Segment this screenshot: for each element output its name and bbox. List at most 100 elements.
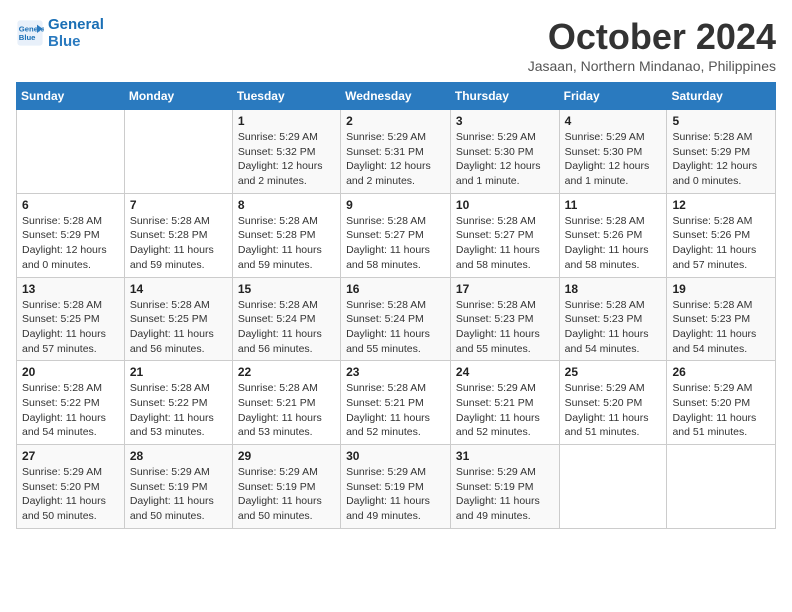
day-detail: Sunrise: 5:28 AM Sunset: 5:22 PM Dayligh… [130,381,227,440]
calendar-cell: 21 Sunrise: 5:28 AM Sunset: 5:22 PM Dayli… [124,361,232,445]
day-number: 28 [130,449,227,463]
calendar-cell: 25 Sunrise: 5:29 AM Sunset: 5:20 PM Dayli… [559,361,667,445]
day-detail: Sunrise: 5:29 AM Sunset: 5:30 PM Dayligh… [456,130,554,189]
day-number: 7 [130,198,227,212]
day-detail: Sunrise: 5:28 AM Sunset: 5:24 PM Dayligh… [346,298,445,357]
day-detail: Sunrise: 5:28 AM Sunset: 5:21 PM Dayligh… [238,381,335,440]
calendar-cell: 13 Sunrise: 5:28 AM Sunset: 5:25 PM Dayli… [17,277,125,361]
calendar-week-1: 1 Sunrise: 5:29 AM Sunset: 5:32 PM Daylig… [17,110,776,194]
day-number: 11 [565,198,662,212]
day-detail: Sunrise: 5:28 AM Sunset: 5:29 PM Dayligh… [22,214,119,273]
calendar-cell: 16Sunrise: 5:28 AM Sunset: 5:24 PM Dayli… [341,277,451,361]
day-number: 13 [22,282,119,296]
day-detail: Sunrise: 5:29 AM Sunset: 5:30 PM Dayligh… [565,130,662,189]
calendar-week-3: 13 Sunrise: 5:28 AM Sunset: 5:25 PM Dayli… [17,277,776,361]
calendar-cell [17,110,125,194]
calendar-week-2: 6 Sunrise: 5:28 AM Sunset: 5:29 PM Daylig… [17,193,776,277]
calendar-cell: 1 Sunrise: 5:29 AM Sunset: 5:32 PM Daylig… [232,110,340,194]
header-friday: Friday [559,83,667,110]
location-subtitle: Jasaan, Northern Mindanao, Philippines [528,58,776,74]
day-detail: Sunrise: 5:29 AM Sunset: 5:19 PM Dayligh… [346,465,445,524]
calendar-cell: 3 Sunrise: 5:29 AM Sunset: 5:30 PM Daylig… [450,110,559,194]
day-detail: Sunrise: 5:29 AM Sunset: 5:31 PM Dayligh… [346,130,445,189]
calendar-cell [667,445,776,529]
day-detail: Sunrise: 5:28 AM Sunset: 5:23 PM Dayligh… [672,298,770,357]
day-number: 29 [238,449,335,463]
calendar-cell: 29Sunrise: 5:29 AM Sunset: 5:19 PM Dayli… [232,445,340,529]
day-detail: Sunrise: 5:29 AM Sunset: 5:20 PM Dayligh… [672,381,770,440]
day-detail: Sunrise: 5:28 AM Sunset: 5:25 PM Dayligh… [22,298,119,357]
day-detail: Sunrise: 5:28 AM Sunset: 5:27 PM Dayligh… [346,214,445,273]
month-title: October 2024 [528,16,776,58]
day-detail: Sunrise: 5:28 AM Sunset: 5:25 PM Dayligh… [130,298,227,357]
logo-text: GeneralBlue [48,16,104,50]
calendar-cell: 7 Sunrise: 5:28 AM Sunset: 5:28 PM Daylig… [124,193,232,277]
day-detail: Sunrise: 5:28 AM Sunset: 5:28 PM Dayligh… [238,214,335,273]
calendar-cell: 30Sunrise: 5:29 AM Sunset: 5:19 PM Dayli… [341,445,451,529]
day-number: 26 [672,365,770,379]
day-detail: Sunrise: 5:28 AM Sunset: 5:27 PM Dayligh… [456,214,554,273]
day-number: 1 [238,114,335,128]
day-number: 5 [672,114,770,128]
day-number: 6 [22,198,119,212]
calendar-cell [559,445,667,529]
calendar-cell: 5 Sunrise: 5:28 AM Sunset: 5:29 PM Daylig… [667,110,776,194]
calendar-header-row: SundayMondayTuesdayWednesdayThursdayFrid… [17,83,776,110]
day-detail: Sunrise: 5:28 AM Sunset: 5:26 PM Dayligh… [672,214,770,273]
day-detail: Sunrise: 5:28 AM Sunset: 5:23 PM Dayligh… [565,298,662,357]
day-number: 19 [672,282,770,296]
day-number: 24 [456,365,554,379]
day-number: 25 [565,365,662,379]
day-detail: Sunrise: 5:28 AM Sunset: 5:21 PM Dayligh… [346,381,445,440]
calendar-cell: 11Sunrise: 5:28 AM Sunset: 5:26 PM Dayli… [559,193,667,277]
calendar-week-4: 20Sunrise: 5:28 AM Sunset: 5:22 PM Dayli… [17,361,776,445]
header-thursday: Thursday [450,83,559,110]
title-block: October 2024 Jasaan, Northern Mindanao, … [528,16,776,74]
day-number: 22 [238,365,335,379]
calendar-cell: 2 Sunrise: 5:29 AM Sunset: 5:31 PM Daylig… [341,110,451,194]
day-detail: Sunrise: 5:29 AM Sunset: 5:19 PM Dayligh… [456,465,554,524]
day-detail: Sunrise: 5:28 AM Sunset: 5:22 PM Dayligh… [22,381,119,440]
calendar-cell: 28Sunrise: 5:29 AM Sunset: 5:19 PM Dayli… [124,445,232,529]
day-number: 8 [238,198,335,212]
day-number: 27 [22,449,119,463]
logo: General Blue GeneralBlue [16,16,104,50]
page-header: General Blue GeneralBlue October 2024 Ja… [16,16,776,74]
day-number: 9 [346,198,445,212]
day-detail: Sunrise: 5:29 AM Sunset: 5:20 PM Dayligh… [22,465,119,524]
calendar-cell: 10Sunrise: 5:28 AM Sunset: 5:27 PM Dayli… [450,193,559,277]
day-number: 18 [565,282,662,296]
logo-icon: General Blue [16,19,44,47]
day-detail: Sunrise: 5:28 AM Sunset: 5:24 PM Dayligh… [238,298,335,357]
day-number: 17 [456,282,554,296]
calendar-cell: 24 Sunrise: 5:29 AM Sunset: 5:21 PM Dayli… [450,361,559,445]
day-number: 2 [346,114,445,128]
calendar-cell: 19 Sunrise: 5:28 AM Sunset: 5:23 PM Dayli… [667,277,776,361]
calendar-cell: 23 Sunrise: 5:28 AM Sunset: 5:21 PM Dayli… [341,361,451,445]
day-number: 4 [565,114,662,128]
calendar-cell: 4 Sunrise: 5:29 AM Sunset: 5:30 PM Daylig… [559,110,667,194]
calendar-cell: 14Sunrise: 5:28 AM Sunset: 5:25 PM Dayli… [124,277,232,361]
day-detail: Sunrise: 5:28 AM Sunset: 5:29 PM Dayligh… [672,130,770,189]
day-detail: Sunrise: 5:29 AM Sunset: 5:21 PM Dayligh… [456,381,554,440]
calendar-table: SundayMondayTuesdayWednesdayThursdayFrid… [16,82,776,529]
calendar-cell [124,110,232,194]
day-number: 12 [672,198,770,212]
day-detail: Sunrise: 5:28 AM Sunset: 5:28 PM Dayligh… [130,214,227,273]
svg-text:Blue: Blue [19,33,36,42]
header-wednesday: Wednesday [341,83,451,110]
calendar-cell: 8 Sunrise: 5:28 AM Sunset: 5:28 PM Daylig… [232,193,340,277]
calendar-cell: 6 Sunrise: 5:28 AM Sunset: 5:29 PM Daylig… [17,193,125,277]
calendar-cell: 18 Sunrise: 5:28 AM Sunset: 5:23 PM Dayli… [559,277,667,361]
day-number: 31 [456,449,554,463]
calendar-cell: 26 Sunrise: 5:29 AM Sunset: 5:20 PM Dayli… [667,361,776,445]
day-detail: Sunrise: 5:29 AM Sunset: 5:32 PM Dayligh… [238,130,335,189]
header-sunday: Sunday [17,83,125,110]
calendar-cell: 15Sunrise: 5:28 AM Sunset: 5:24 PM Dayli… [232,277,340,361]
day-number: 21 [130,365,227,379]
day-detail: Sunrise: 5:29 AM Sunset: 5:20 PM Dayligh… [565,381,662,440]
day-number: 23 [346,365,445,379]
calendar-cell: 20Sunrise: 5:28 AM Sunset: 5:22 PM Dayli… [17,361,125,445]
calendar-week-5: 27 Sunrise: 5:29 AM Sunset: 5:20 PM Dayli… [17,445,776,529]
day-number: 3 [456,114,554,128]
